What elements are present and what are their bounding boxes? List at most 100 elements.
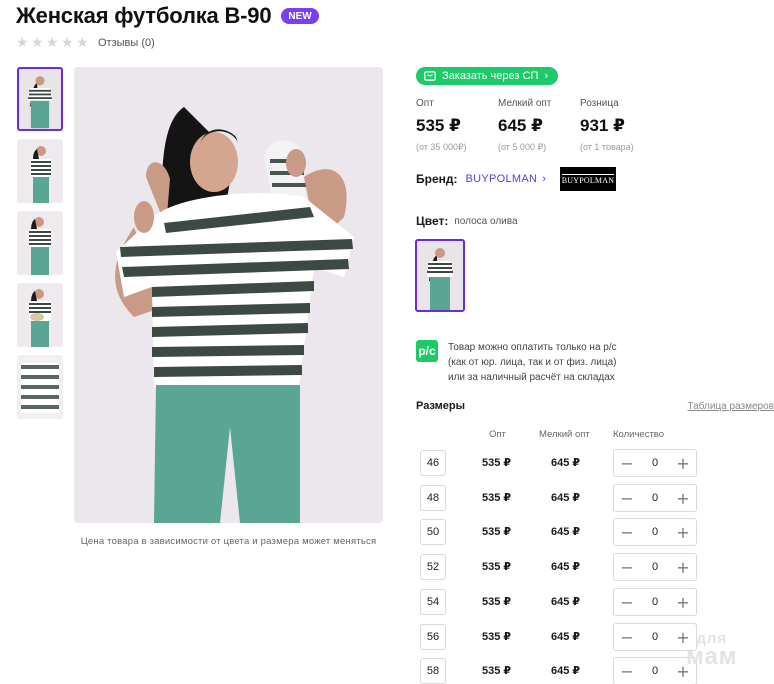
brand-label: Бренд:: [416, 172, 458, 186]
size-value[interactable]: 56: [420, 624, 446, 650]
new-badge: NEW: [281, 8, 319, 24]
color-swatch-image: [417, 241, 463, 310]
thumbnail-2[interactable]: [17, 139, 63, 203]
price-tier-value: 645 ₽: [498, 116, 543, 135]
payment-note-line: или за наличный расчёт на складах: [448, 372, 615, 383]
product-photo-thumbnail: [17, 139, 63, 203]
product-title: Женская футболка B-90: [16, 3, 272, 28]
price-tier-label: Опт: [416, 98, 434, 109]
size-row: 48 535 ₽ 645 ₽ − 0 +: [0, 484, 774, 512]
minus-icon[interactable]: −: [620, 523, 634, 542]
star-icon: ★: [76, 35, 89, 51]
brand-link[interactable]: BUYPOLMAN: [466, 173, 538, 185]
size-row: 50 535 ₽ 645 ₽ − 0 +: [0, 518, 774, 546]
plus-icon[interactable]: +: [676, 489, 690, 508]
minus-icon[interactable]: −: [620, 662, 634, 681]
price-tier-label: Розница: [580, 98, 619, 109]
size-price-small-opt: 645 ₽: [551, 596, 581, 608]
star-icon: ★: [16, 35, 29, 51]
thumbnail-4[interactable]: [17, 283, 63, 347]
size-row: 46 535 ₽ 645 ₽ − 0 +: [0, 449, 774, 477]
price-tier-condition: (от 35 000₽): [416, 142, 467, 152]
chevron-right-icon: ›: [544, 70, 549, 82]
size-value[interactable]: 52: [420, 554, 446, 580]
column-header-qty: Количество: [613, 429, 665, 440]
star-icon: ★: [31, 35, 44, 51]
rating-row: ★ ★ ★ ★ ★ Отзывы (0): [16, 36, 155, 50]
price-tier-value: 535 ₽: [416, 116, 461, 135]
size-value[interactable]: 48: [420, 485, 446, 511]
size-price-opt: 535 ₽: [482, 492, 512, 504]
payment-note: р/с Товар можно оплатить только на р/с (…: [416, 340, 617, 385]
quantity-stepper: − 0 +: [613, 484, 697, 512]
quantity-stepper: − 0 +: [613, 449, 697, 477]
bank-account-icon: р/с: [416, 340, 438, 362]
quantity-value[interactable]: 0: [652, 631, 658, 643]
color-value: полоса олива: [454, 215, 518, 227]
product-photo-thumbnail: [17, 355, 63, 419]
watermark-line: мам: [686, 643, 738, 670]
size-price-small-opt: 645 ₽: [551, 665, 581, 677]
size-value[interactable]: 54: [420, 589, 446, 615]
thumbnail-list: [17, 67, 63, 427]
quantity-stepper: − 0 +: [613, 588, 697, 616]
plus-icon[interactable]: +: [676, 454, 690, 473]
order-via-sp-button[interactable]: Заказать через СП ›: [416, 67, 559, 85]
quantity-value[interactable]: 0: [652, 457, 658, 469]
brand-logo-text: BUYPOLMAN: [561, 173, 615, 185]
thumbnail-3[interactable]: [17, 211, 63, 275]
price-tier-label: Мелкий опт: [498, 98, 552, 109]
size-price-opt: 535 ₽: [482, 561, 512, 573]
quantity-value[interactable]: 0: [652, 665, 658, 677]
size-chart-link[interactable]: Таблица размеров: [688, 401, 774, 412]
thumbnail-5[interactable]: [17, 355, 63, 419]
minus-icon[interactable]: −: [620, 558, 634, 577]
thumbnail-1[interactable]: [17, 67, 63, 131]
star-icon: ★: [46, 35, 59, 51]
color-swatch-selected[interactable]: [415, 239, 465, 312]
order-via-sp-label: Заказать через СП: [442, 70, 539, 82]
size-price-small-opt: 645 ₽: [551, 526, 581, 538]
chevron-right-icon: ›: [542, 173, 546, 185]
quantity-value[interactable]: 0: [652, 596, 658, 608]
size-value[interactable]: 46: [420, 450, 446, 476]
cart-icon: [424, 71, 436, 81]
quantity-value[interactable]: 0: [652, 492, 658, 504]
quantity-stepper: − 0 +: [613, 553, 697, 581]
plus-icon[interactable]: +: [676, 523, 690, 542]
size-price-opt: 535 ₽: [482, 631, 512, 643]
quantity-value[interactable]: 0: [652, 526, 658, 538]
product-photo-thumbnail: [17, 211, 63, 275]
size-price-opt: 535 ₽: [482, 526, 512, 538]
brand-row: Бренд: BUYPOLMAN › BUYPOLMAN: [416, 166, 616, 192]
color-label: Цвет:: [416, 214, 449, 228]
sizes-header: Размеры Таблица размеров: [416, 400, 774, 412]
watermark-logo: для мам: [686, 630, 738, 670]
size-value[interactable]: 50: [420, 519, 446, 545]
column-header-opt: Опт: [489, 429, 506, 440]
minus-icon[interactable]: −: [620, 454, 634, 473]
plus-icon[interactable]: +: [676, 593, 690, 612]
size-value[interactable]: 58: [420, 658, 446, 684]
minus-icon[interactable]: −: [620, 593, 634, 612]
color-row: Цвет: полоса олива: [416, 214, 518, 228]
reviews-link[interactable]: Отзывы (0): [98, 37, 155, 49]
price-tier-wholesale: Опт 535 ₽ (от 35 000₽): [416, 98, 498, 153]
minus-icon[interactable]: −: [620, 628, 634, 647]
payment-note-text: Товар можно оплатить только на р/с (как …: [448, 340, 617, 385]
quantity-value[interactable]: 0: [652, 561, 658, 573]
size-row: 56 535 ₽645 ₽ −0 +: [0, 623, 774, 651]
size-row: 54 535 ₽ 645 ₽ − 0 +: [0, 588, 774, 616]
size-row: 52 535 ₽ 645 ₽ − 0 +: [0, 553, 774, 581]
plus-icon[interactable]: +: [676, 558, 690, 577]
product-photo-thumbnail: [19, 69, 61, 129]
brand-logo[interactable]: BUYPOLMAN: [559, 167, 616, 191]
sizes-title: Размеры: [416, 400, 466, 412]
minus-icon[interactable]: −: [620, 489, 634, 508]
quantity-stepper: −0 +: [613, 623, 697, 651]
size-price-opt: 535 ₽: [482, 665, 512, 677]
size-row: 58 535 ₽645 ₽ −0 +: [0, 657, 774, 684]
product-photo-thumbnail: [17, 283, 63, 347]
payment-note-line: Товар можно оплатить только на р/с: [448, 342, 617, 353]
rating-stars: ★ ★ ★ ★ ★: [16, 36, 90, 50]
